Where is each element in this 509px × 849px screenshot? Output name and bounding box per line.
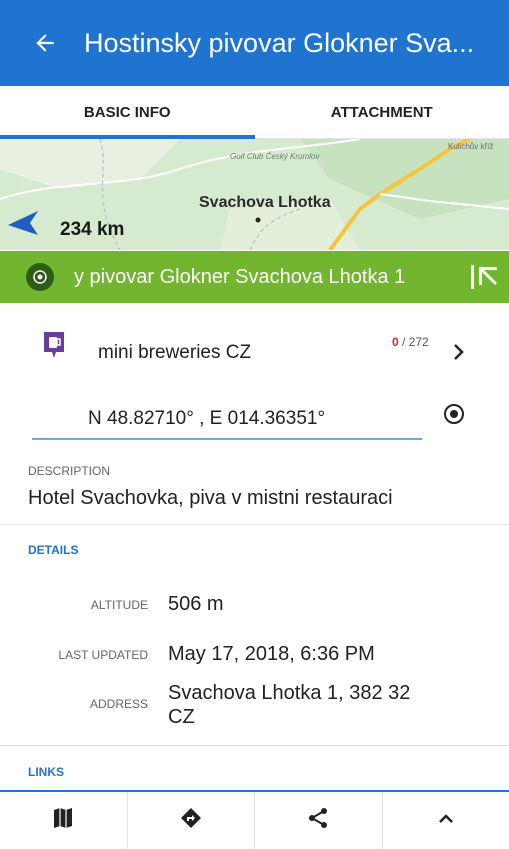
golf-label: Golf Club Český Krumlov (230, 152, 320, 161)
count-highlight: 0 (392, 335, 399, 349)
category-row[interactable]: mini breweries CZ 0 / 272 (0, 322, 509, 384)
back-arrow-icon[interactable] (28, 26, 62, 60)
altitude-label: ALTITUDE (60, 598, 148, 612)
target-icon[interactable] (26, 263, 54, 291)
address-line-2: CZ (168, 706, 195, 729)
poi-name-bar: y pivovar Glokner Svachova Lhotka 1 (0, 251, 509, 303)
tab-bar: BASIC INFO ATTACHMENT (0, 86, 509, 139)
navigate-button[interactable] (127, 792, 255, 849)
share-button[interactable] (254, 792, 382, 849)
map-icon (53, 807, 73, 834)
bottom-action-bar (0, 790, 509, 849)
corner-map-label: Kulichův kříž (448, 142, 493, 151)
beer-icon (42, 330, 66, 365)
coordinates-value: N 48.82710° , E 014.36351° (88, 408, 325, 430)
chevron-right-icon[interactable] (452, 342, 466, 367)
map-place-label: Svachova Lhotka (199, 194, 331, 212)
expand-icon[interactable] (469, 263, 499, 296)
distance-label: 234 km (60, 219, 124, 241)
description-label: DESCRIPTION (28, 464, 110, 478)
tab-attachment[interactable]: ATTACHMENT (255, 86, 509, 138)
links-title: LINKS (28, 765, 64, 779)
address-line-1: Svachova Lhotka 1, 382 32 (168, 682, 410, 705)
locate-icon[interactable] (442, 402, 466, 431)
address-label: ADDRESS (60, 697, 148, 711)
divider (0, 745, 509, 746)
coordinates-field[interactable]: N 48.82710° , E 014.36351° (32, 394, 422, 440)
app-bar: Hostinsky pivovar Glokner Sva... (0, 0, 509, 86)
last-updated-label: LAST UPDATED (30, 648, 148, 662)
last-updated-value: May 17, 2018, 6:36 PM (168, 643, 375, 666)
page-title: Hostinsky pivovar Glokner Sva... (84, 28, 494, 59)
map-button[interactable] (0, 792, 127, 849)
poi-name: y pivovar Glokner Svachova Lhotka 1 (74, 266, 464, 289)
share-icon (307, 807, 329, 834)
navigation-icon (180, 807, 202, 834)
description-text: Hotel Svachovka, piva v mistni restaurac… (28, 487, 393, 510)
divider (0, 524, 509, 525)
expand-up-button[interactable] (382, 792, 509, 849)
category-label: mini breweries CZ (98, 342, 251, 364)
details-title: DETAILS (28, 543, 78, 557)
count-total: / 272 (399, 335, 429, 349)
category-count: 0 / 272 (392, 335, 429, 349)
chevron-up-icon (437, 811, 455, 830)
altitude-value: 506 m (168, 593, 224, 616)
tab-basic-info[interactable]: BASIC INFO (0, 86, 255, 138)
